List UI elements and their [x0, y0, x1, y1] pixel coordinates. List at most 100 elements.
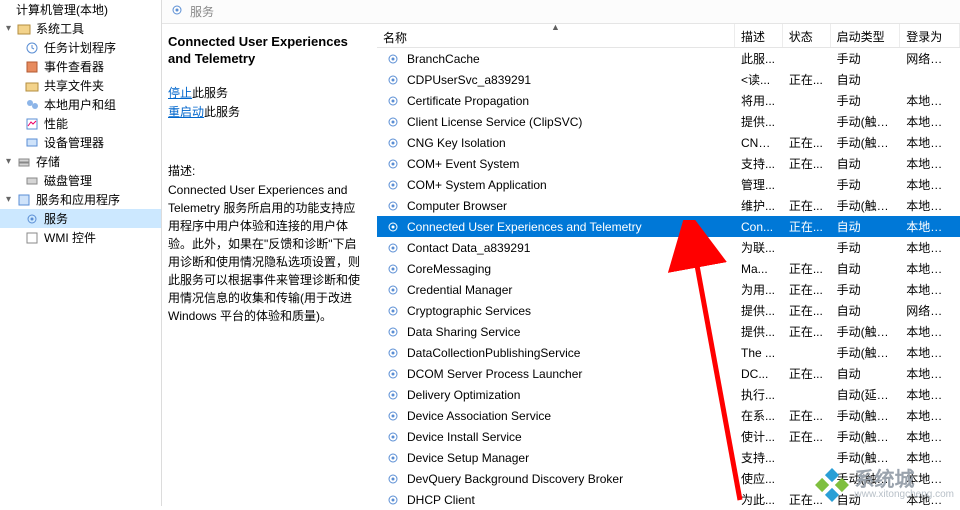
- service-start-cell: 手动(触发...: [831, 197, 901, 214]
- chevron-down-icon: ▾: [6, 156, 16, 167]
- service-logon-cell: 本地服务: [900, 155, 960, 172]
- service-name: COM+ Event System: [407, 157, 519, 171]
- service-name-cell: Certificate Propagation: [377, 93, 735, 109]
- service-row[interactable]: Connected User Experiences and Telemetry…: [377, 216, 960, 237]
- service-name-cell: Computer Browser: [377, 198, 735, 214]
- service-row[interactable]: CNG Key IsolationCNG...正在...手动(触发...本地系统: [377, 132, 960, 153]
- device-icon: [24, 135, 40, 151]
- list-header[interactable]: 名称 ▲ 描述 状态 启动类型 登录为: [377, 24, 960, 48]
- service-status-cell: 正在...: [783, 218, 831, 235]
- list-body[interactable]: BranchCache此服...手动网络服务 CDPUserSvc_a839291…: [377, 48, 960, 506]
- service-name-cell: Client License Service (ClipSVC): [377, 114, 735, 130]
- gear-icon: [385, 450, 401, 466]
- tree-item-services[interactable]: 服务: [0, 209, 161, 228]
- service-desc-cell: 将用...: [735, 92, 783, 109]
- service-name-cell: DCOM Server Process Launcher: [377, 366, 735, 382]
- column-description[interactable]: 描述: [735, 24, 783, 47]
- service-name-cell: COM+ Event System: [377, 156, 735, 172]
- gear-icon: [385, 303, 401, 319]
- service-row[interactable]: Cryptographic Services提供...正在...自动网络服务: [377, 300, 960, 321]
- service-row[interactable]: DCOM Server Process LauncherDC...正在...自动…: [377, 363, 960, 384]
- service-row[interactable]: Contact Data_a839291为联...手动本地系统: [377, 237, 960, 258]
- service-name-cell: BranchCache: [377, 51, 735, 67]
- stop-link[interactable]: 停止: [168, 86, 192, 100]
- tree-item-disk-management[interactable]: 磁盘管理: [0, 171, 161, 190]
- service-status-cell: 正在...: [783, 428, 831, 445]
- tree-label: 共享文件夹: [44, 77, 104, 94]
- column-startup-label: 启动类型: [837, 30, 885, 44]
- service-row[interactable]: Data Sharing Service提供...正在...手动(触发...本地…: [377, 321, 960, 342]
- service-name: Data Sharing Service: [407, 325, 520, 339]
- tree-label: 任务计划程序: [44, 39, 116, 56]
- column-name[interactable]: 名称 ▲: [377, 24, 735, 47]
- service-start-cell: 手动(触发...: [831, 344, 901, 361]
- restart-suffix: 此服务: [204, 105, 240, 119]
- navigation-tree[interactable]: 计算机管理(本地) ▾ 系统工具 任务计划程序 事件查看器 共享文件夹: [0, 0, 162, 506]
- chevron-down-icon: ▾: [6, 194, 16, 205]
- service-name: Contact Data_a839291: [407, 241, 530, 255]
- service-row[interactable]: Delivery Optimization执行...自动(延迟...本地系统: [377, 384, 960, 405]
- service-desc-cell: 使计...: [735, 428, 783, 445]
- service-logon-cell: 本地系统: [900, 407, 960, 424]
- service-row[interactable]: DataCollectionPublishingServiceThe ...手动…: [377, 342, 960, 363]
- service-name-cell: Connected User Experiences and Telemetry: [377, 219, 735, 235]
- service-desc-cell: 支持...: [735, 155, 783, 172]
- service-name: DCOM Server Process Launcher: [407, 367, 582, 381]
- tree-item-shared-folders[interactable]: 共享文件夹: [0, 76, 161, 95]
- service-logon-cell: 本地系统: [900, 323, 960, 340]
- service-logon-cell: 本地系统: [900, 428, 960, 445]
- tree-item-event-viewer[interactable]: 事件查看器: [0, 57, 161, 76]
- service-row[interactable]: COM+ System Application管理...手动本地系统: [377, 174, 960, 195]
- tree-label: 设备管理器: [44, 134, 104, 151]
- column-startup[interactable]: 启动类型: [831, 24, 901, 47]
- service-name: DevQuery Background Discovery Broker: [407, 472, 623, 486]
- column-logon[interactable]: 登录为: [900, 24, 960, 47]
- service-logon-cell: 本地系统: [900, 281, 960, 298]
- gear-icon: [385, 324, 401, 340]
- apps-icon: [16, 192, 32, 208]
- tree-group-services-apps[interactable]: ▾ 服务和应用程序: [0, 190, 161, 209]
- logo-icon: [815, 468, 849, 502]
- service-row[interactable]: Credential Manager为用...正在...手动本地系统: [377, 279, 960, 300]
- service-desc-cell: 提供...: [735, 113, 783, 130]
- tree-group-system-tools[interactable]: ▾ 系统工具: [0, 19, 161, 38]
- tree-group-storage[interactable]: ▾ 存储: [0, 152, 161, 171]
- tree-item-task-scheduler[interactable]: 任务计划程序: [0, 38, 161, 57]
- tree-root[interactable]: 计算机管理(本地): [0, 0, 161, 19]
- service-desc-cell: 使应...: [735, 470, 783, 487]
- service-name-cell: Credential Manager: [377, 282, 735, 298]
- service-logon-cell: 网络服务: [900, 50, 960, 67]
- services-list[interactable]: 名称 ▲ 描述 状态 启动类型 登录为 BranchCache此服...手动网络…: [377, 24, 960, 506]
- tree-item-local-users[interactable]: 本地用户和组: [0, 95, 161, 114]
- service-row[interactable]: Certificate Propagation将用...手动本地系统: [377, 90, 960, 111]
- service-start-cell: 手动: [831, 92, 901, 109]
- service-name: COM+ System Application: [407, 178, 547, 192]
- column-status[interactable]: 状态: [783, 24, 831, 47]
- service-name: Delivery Optimization: [407, 388, 520, 402]
- service-start-cell: 手动(触发...: [831, 323, 901, 340]
- tree-item-performance[interactable]: 性能: [0, 114, 161, 133]
- tree-item-wmi[interactable]: WMI 控件: [0, 228, 161, 247]
- service-row[interactable]: Computer Browser维护...正在...手动(触发...本地系统: [377, 195, 960, 216]
- service-name-cell: Device Setup Manager: [377, 450, 735, 466]
- service-row[interactable]: BranchCache此服...手动网络服务: [377, 48, 960, 69]
- service-row[interactable]: CDPUserSvc_a839291<读...正在...自动: [377, 69, 960, 90]
- service-row[interactable]: CoreMessagingMa...正在...自动本地服务: [377, 258, 960, 279]
- service-row[interactable]: Device Install Service使计...正在...手动(触发...…: [377, 426, 960, 447]
- service-row[interactable]: Client License Service (ClipSVC)提供...手动(…: [377, 111, 960, 132]
- storage-icon: [16, 154, 32, 170]
- service-row[interactable]: Device Association Service在系...正在...手动(触…: [377, 405, 960, 426]
- service-row[interactable]: COM+ Event System支持...正在...自动本地服务: [377, 153, 960, 174]
- gear-icon: [385, 219, 401, 235]
- service-row[interactable]: Device Setup Manager支持...手动(触发...本地系统: [377, 447, 960, 468]
- service-desc-cell: 提供...: [735, 323, 783, 340]
- service-name: CDPUserSvc_a839291: [407, 73, 531, 87]
- service-name: Device Install Service: [407, 430, 522, 444]
- tree-item-device-manager[interactable]: 设备管理器: [0, 133, 161, 152]
- service-desc-cell: <读...: [735, 71, 783, 88]
- restart-link[interactable]: 重启动: [168, 105, 204, 119]
- gear-icon: [385, 114, 401, 130]
- gear-icon: [385, 345, 401, 361]
- service-desc-cell: 为此...: [735, 491, 783, 506]
- service-start-cell: 自动: [831, 302, 901, 319]
